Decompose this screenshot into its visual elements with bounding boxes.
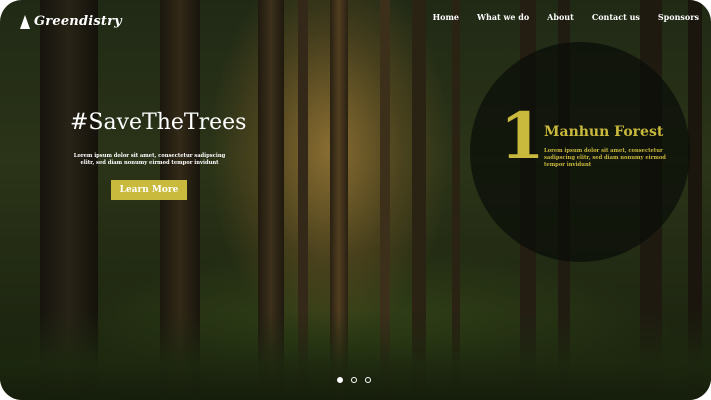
main-nav: Home What we do About Contact us Sponsor…: [433, 12, 699, 22]
nav-about-link[interactable]: About: [547, 12, 574, 22]
carousel-dot-1[interactable]: [337, 377, 343, 383]
carousel-dots: [337, 377, 371, 383]
brand-logo[interactable]: Greendistry: [20, 14, 122, 29]
nav-contact-link[interactable]: Contact us: [592, 12, 640, 22]
nav-what-we-do-link[interactable]: What we do: [477, 12, 529, 22]
feature-title: Manhun Forest: [544, 124, 664, 140]
hero-frame: Greendistry Home What we do About Contac…: [0, 0, 711, 400]
brand-name: Greendistry: [34, 14, 122, 29]
hero-title: #SaveTheTrees: [70, 110, 247, 135]
nav-sponsors-link[interactable]: Sponsors: [658, 12, 699, 22]
tree-icon: [20, 14, 30, 29]
hero-description: Lorem ipsum dolor sit amet, consectetur …: [73, 153, 226, 166]
learn-more-button[interactable]: Learn More: [111, 180, 187, 200]
nav-home-link[interactable]: Home: [433, 12, 459, 22]
carousel-dot-3[interactable]: [365, 377, 371, 383]
carousel-dot-2[interactable]: [351, 377, 357, 383]
feature-number: 1: [500, 99, 545, 174]
feature-description: Lorem ipsum dolor sit amet, consectetur …: [544, 148, 666, 168]
